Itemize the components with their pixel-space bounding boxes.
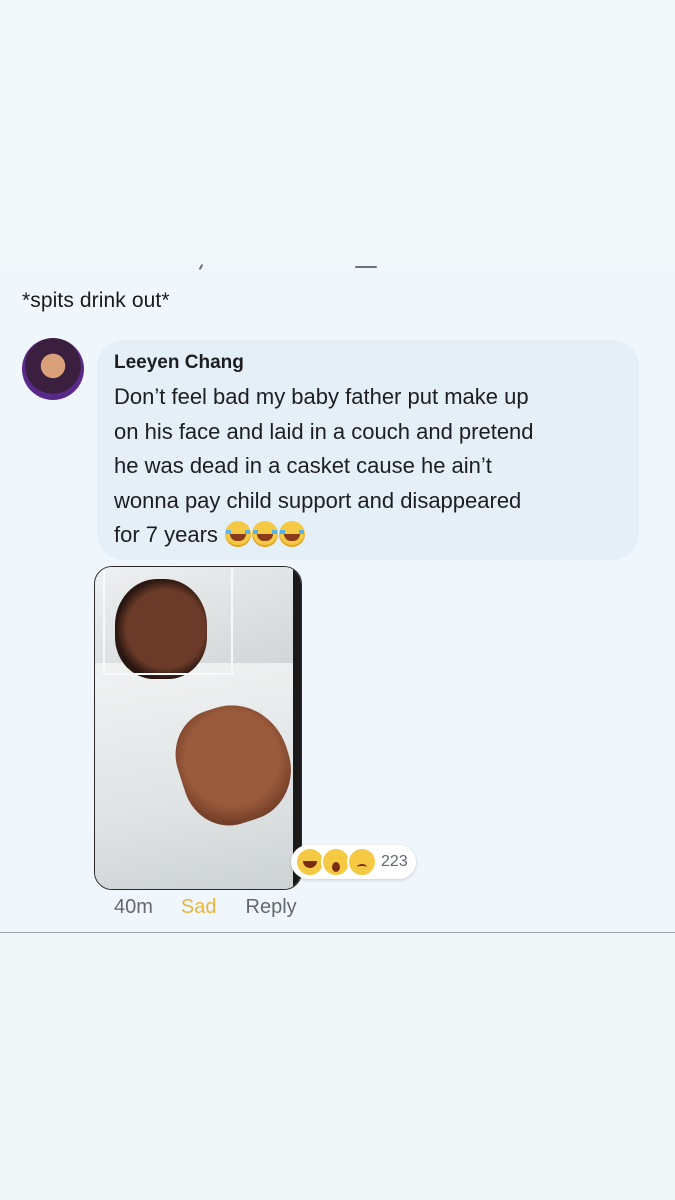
sad-icon — [347, 847, 377, 877]
face-detection-box — [103, 567, 233, 675]
cropped-text-fragment — [0, 263, 675, 271]
comment-timestamp[interactable]: 40m — [114, 896, 153, 919]
post-caption: *spits drink out* — [22, 289, 170, 312]
top-blank-area — [0, 0, 675, 265]
reply-button[interactable]: Reply — [246, 896, 297, 919]
comment-photo-attachment[interactable] — [94, 566, 302, 890]
comment-line: Don’t feel bad my baby father put make u… — [114, 384, 529, 409]
bottom-blank-area — [0, 933, 675, 1200]
comment-actions: 40m Sad Reply — [114, 896, 297, 919]
comment-line-last: for 7 years — [114, 518, 634, 553]
reaction-summary[interactable]: 223 — [291, 845, 416, 879]
avatar[interactable] — [22, 338, 84, 400]
comment-line: wonna pay child support and disappeared — [114, 487, 522, 513]
tears-of-joy-icon — [279, 521, 306, 547]
react-sad-button[interactable]: Sad — [181, 896, 217, 919]
tears-of-joy-icon — [225, 521, 252, 547]
comment-author[interactable]: Leeyen Chang — [114, 352, 244, 374]
reaction-count: 223 — [381, 853, 408, 870]
comment-line: for 7 years — [114, 522, 218, 547]
comment-line: he was dead in a casket cause he ain’t — [114, 453, 492, 478]
screenshot-page: *spits drink out* Leeyen Chang Don’t fee… — [0, 0, 675, 1200]
tears-of-joy-icon — [252, 521, 279, 547]
comment-line: on his face and laid in a couch and pret… — [114, 418, 534, 444]
comment-text: Don’t feel bad my baby father put make u… — [114, 380, 634, 553]
